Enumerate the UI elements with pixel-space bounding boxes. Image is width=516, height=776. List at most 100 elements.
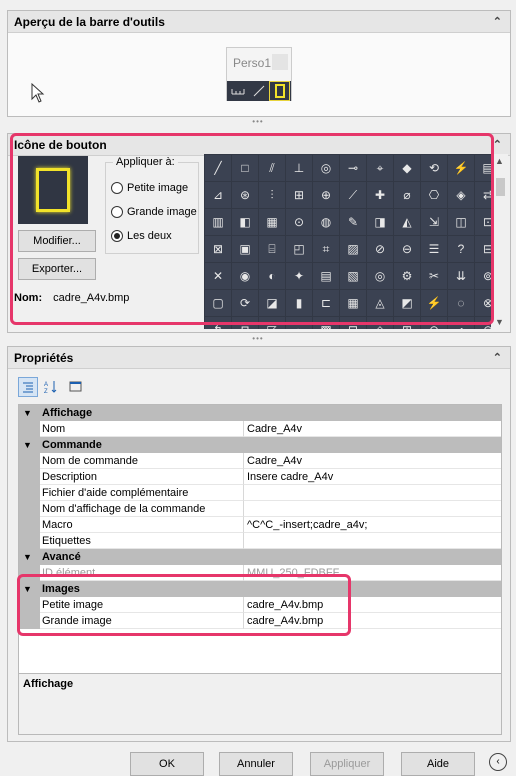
toolbar-icon-cell[interactable]: ↰ bbox=[205, 317, 231, 329]
collapse-arrow-icon[interactable]: ▼ bbox=[23, 581, 32, 597]
toolbar-icon-cell[interactable]: ⇲ bbox=[421, 209, 447, 235]
property-value[interactable]: cadre_A4v.bmp bbox=[244, 597, 501, 613]
toolbar-icon-cell[interactable]: ⊖ bbox=[394, 236, 420, 262]
toolbar-icon-cell[interactable]: ◧ bbox=[232, 209, 258, 235]
toolbar-icon-cell[interactable]: ⟲ bbox=[421, 155, 447, 181]
category-affichage[interactable]: ▼ Affichage bbox=[19, 405, 501, 421]
icon-panel-header[interactable]: Icône de bouton ⌃ bbox=[8, 134, 510, 156]
toolbar-icon-cell[interactable]: ◨ bbox=[367, 209, 393, 235]
toolbar-icon-cell[interactable]: ▥ bbox=[205, 209, 231, 235]
toolbar-icon-cell[interactable]: ▤ bbox=[475, 155, 491, 181]
radio-dot[interactable] bbox=[111, 206, 123, 218]
property-row-large-image[interactable]: Grande image cadre_A4v.bmp bbox=[19, 613, 501, 629]
radio-dot[interactable] bbox=[111, 182, 123, 194]
categorized-view-icon[interactable] bbox=[18, 377, 38, 397]
collapse-icon[interactable]: ⌃ bbox=[493, 347, 502, 369]
help-button[interactable]: Aide bbox=[401, 752, 475, 776]
toolbar-icon-cell[interactable]: ✂ bbox=[421, 263, 447, 289]
collapse-arrow-icon[interactable]: ▼ bbox=[23, 437, 32, 453]
property-value[interactable]: Insere cadre_A4v bbox=[244, 469, 501, 485]
toolbar-icon-cell[interactable]: ◎ bbox=[313, 155, 339, 181]
scroll-up-icon[interactable]: ▲ bbox=[495, 156, 504, 166]
toolbar-icon-cell[interactable]: ◐ bbox=[259, 263, 285, 289]
toolbar-icon-cell[interactable]: ⊞ bbox=[286, 182, 312, 208]
toolbar-icon-cell[interactable]: ◑ bbox=[448, 317, 474, 329]
toolbar-icon-cell[interactable]: ☰ bbox=[421, 236, 447, 262]
ok-button[interactable]: OK bbox=[130, 752, 204, 776]
toolbar-icon-cell[interactable]: ▤ bbox=[313, 263, 339, 289]
toolbar-icon-cell[interactable]: ⚡ bbox=[421, 290, 447, 316]
property-value[interactable]: Cadre_A4v bbox=[244, 421, 501, 437]
property-value[interactable] bbox=[244, 533, 501, 549]
toolbar-icon-cell[interactable]: ◬ bbox=[367, 290, 393, 316]
toolbar-icon-cell[interactable]: ⊚ bbox=[475, 263, 491, 289]
toolbar-icon-cell[interactable]: ⌸ bbox=[259, 236, 285, 262]
toolbar-icon-cell[interactable]: ▦ bbox=[340, 290, 366, 316]
toolbar-icon-cell[interactable]: ⌖ bbox=[367, 155, 393, 181]
toolbar-icon-cell[interactable]: ⊡ bbox=[475, 209, 491, 235]
radio-both[interactable]: Les deux bbox=[111, 230, 172, 242]
property-row-nom[interactable]: Nom Cadre_A4v bbox=[19, 421, 501, 437]
toolbar-icon-cell[interactable]: ⊓ bbox=[232, 317, 258, 329]
radio-large-image[interactable]: Grande image bbox=[111, 206, 197, 218]
collapse-icon[interactable]: ⌃ bbox=[493, 11, 502, 33]
line-icon[interactable] bbox=[248, 81, 269, 101]
collapse-arrow-icon[interactable]: ▼ bbox=[23, 405, 32, 421]
property-value[interactable]: cadre_A4v.bmp bbox=[244, 613, 501, 629]
toolbar-icon-cell[interactable]: ✕ bbox=[205, 263, 231, 289]
toolbar-icon-cell[interactable]: ⊗ bbox=[475, 290, 491, 316]
splitter-handle[interactable]: ••• bbox=[0, 118, 516, 126]
splitter-handle[interactable]: ••• bbox=[0, 335, 516, 343]
toolbar-icon-cell[interactable]: ⟋ bbox=[340, 182, 366, 208]
property-row-help-file[interactable]: Fichier d'aide complémentaire bbox=[19, 485, 501, 501]
toolbar-icon-cell[interactable]: ▮ bbox=[286, 290, 312, 316]
property-row-macro[interactable]: Macro ^C^C_-insert;cadre_a4v; bbox=[19, 517, 501, 533]
toolbar-icon-cell[interactable]: ⊜ bbox=[475, 317, 491, 329]
toolbar-icon-cell[interactable]: ⊞ bbox=[394, 317, 420, 329]
toolbar-icon-cell[interactable]: ◎ bbox=[367, 263, 393, 289]
apply-button[interactable]: Appliquer bbox=[310, 752, 384, 776]
toolbar-icon-cell[interactable]: ◌ bbox=[448, 290, 474, 316]
toolbar-icon-cell[interactable]: ⊕ bbox=[313, 182, 339, 208]
property-row-small-image[interactable]: Petite image cadre_A4v.bmp bbox=[19, 597, 501, 613]
toolbar-icon-cell[interactable]: ⊥ bbox=[286, 155, 312, 181]
toolbar-icon-cell[interactable]: ◍ bbox=[313, 209, 339, 235]
toolbar-icon-cell[interactable]: ▢ bbox=[205, 290, 231, 316]
toolbar-icon-cell[interactable]: ⇄ bbox=[475, 182, 491, 208]
toolbar-icon-cell[interactable]: ◈ bbox=[448, 182, 474, 208]
toolbar-icon-cell[interactable]: ◒ bbox=[286, 317, 312, 329]
toolbar-icon-cell[interactable]: ⌀ bbox=[394, 182, 420, 208]
toolbar-icon-cell[interactable]: ◸ bbox=[259, 317, 285, 329]
toolbar-icon-cell[interactable]: ⫶ bbox=[259, 182, 285, 208]
radio-small-image[interactable]: Petite image bbox=[111, 182, 188, 194]
toolbar-icon-cell[interactable]: ? bbox=[448, 236, 474, 262]
toolbar-icon-cell[interactable]: ⊡ bbox=[340, 317, 366, 329]
scrollbar-thumb[interactable] bbox=[496, 178, 505, 196]
property-row-nom-commande[interactable]: Nom de commande Cadre_A4v bbox=[19, 453, 501, 469]
cancel-button[interactable]: Annuler bbox=[219, 752, 293, 776]
toolbar-icon-cell[interactable]: ◩ bbox=[394, 290, 420, 316]
category-avance[interactable]: ▼ Avancé bbox=[19, 549, 501, 565]
chevron-left-icon[interactable]: ‹ bbox=[489, 753, 507, 771]
category-images[interactable]: ▼ Images bbox=[19, 581, 501, 597]
property-value[interactable]: Cadre_A4v bbox=[244, 453, 501, 469]
radio-dot-selected[interactable] bbox=[111, 230, 123, 242]
toolbar-icon-cell[interactable]: ✦ bbox=[286, 263, 312, 289]
icon-grid-scrollbar[interactable]: ▲ ▼ bbox=[493, 154, 508, 329]
icon-grid[interactable]: ╱ □ ⫽ ⊥ ◎ ⊸ ⌖ ◆ ⟲ ⚡ ▤ ⊿ ⊛ ⫶ ⊞ ⊕ ⟋ ✚ ⌀ ⎔ ◈ ⇄ ▥ ◧ ▦ ⊙ ◍ ✎ ◨ ◭ ⇲ ◫ ⊡ ⊠ ▣ ⌸ ◰ ⌗ ▨ ⊘… bbox=[204, 154, 491, 329]
toolbar-icon-cell[interactable]: ⊛ bbox=[232, 182, 258, 208]
properties-header[interactable]: Propriétés ⌃ bbox=[8, 347, 510, 369]
toolbar-icon-cell[interactable]: ⊠ bbox=[205, 236, 231, 262]
property-value[interactable] bbox=[244, 501, 501, 517]
collapse-arrow-icon[interactable]: ▼ bbox=[23, 549, 32, 565]
toolbar-icon-cell[interactable]: ⊿ bbox=[205, 182, 231, 208]
toolbar-icon-cell[interactable]: ◭ bbox=[394, 209, 420, 235]
category-commande[interactable]: ▼ Commande bbox=[19, 437, 501, 453]
toolbar-icon-cell[interactable]: ◇ bbox=[367, 317, 393, 329]
toolbar-icon-cell[interactable]: ▣ bbox=[232, 236, 258, 262]
property-row-tags[interactable]: Etiquettes bbox=[19, 533, 501, 549]
toolbar-icon-cell[interactable]: ⊸ bbox=[340, 155, 366, 181]
property-row-description[interactable]: Description Insere cadre_A4v bbox=[19, 469, 501, 485]
preview-header[interactable]: Aperçu de la barre d'outils ⌃ bbox=[8, 11, 510, 33]
toolbar-icon-cell[interactable]: ⊝ bbox=[421, 317, 447, 329]
